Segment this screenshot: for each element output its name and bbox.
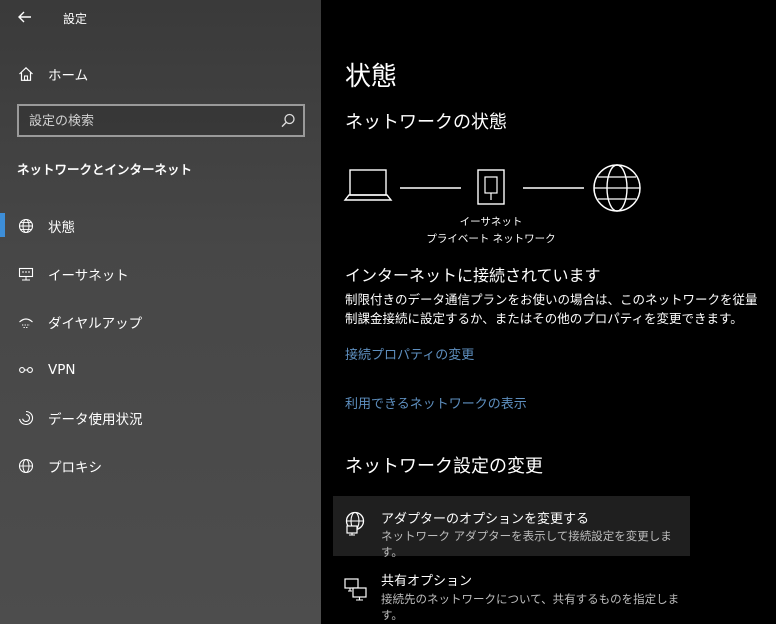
sidebar-item-label: VPN (48, 362, 76, 378)
sidebar-item-label: 状態 (48, 220, 75, 236)
sidebar-item-label: ダイヤルアップ (48, 316, 143, 332)
home-icon (16, 64, 36, 84)
search-input[interactable] (29, 111, 269, 131)
sidebar-item-ethernet[interactable]: イーサネット (0, 254, 321, 294)
network-status-heading: ネットワークの状態 (345, 112, 507, 133)
nav-home[interactable]: ホーム (0, 54, 321, 94)
main-content: 状態 ネットワークの状態 イーサネット プライベート ネットワーク インターネッ… (321, 0, 776, 624)
internet-globe-icon (593, 164, 641, 212)
sidebar-item-dialup[interactable]: ダイヤルアップ (0, 302, 321, 342)
connected-heading: インターネットに接続されています (345, 266, 601, 285)
proxy-globe-icon (16, 456, 36, 476)
option-description: 接続先のネットワークについて、共有するものを指定します。 (381, 592, 680, 622)
page-title: 状態 (345, 62, 398, 92)
app-title: 設定 (63, 12, 88, 26)
nav-home-label: ホーム (48, 68, 89, 84)
connected-description: 制限付きのデータ通信プランをお使いの場合は、このネットワークを従量制課金接続に設… (345, 292, 758, 326)
title-bar: 設定 (0, 0, 321, 34)
adapter-name-label: イーサネット (459, 216, 523, 228)
section-heading: ネットワークとインターネット (17, 162, 193, 177)
network-name-label: プライベート ネットワーク (426, 233, 556, 245)
option-description: ネットワーク アダプターを表示して接続設定を変更します。 (381, 529, 672, 559)
sidebar: 設定 ホーム ネットワークとインターネット 状態 イーサネット ダイヤルアップ (0, 0, 321, 624)
sidebar-item-label: プロキシ (48, 460, 102, 476)
ethernet-icon (16, 264, 36, 284)
back-arrow-icon (18, 11, 31, 23)
globe-icon (16, 216, 36, 236)
adapter-options-button[interactable]: アダプターのオプションを変更する ネットワーク アダプターを表示して接続設定を変… (333, 496, 690, 559)
sharing-icon (344, 578, 367, 601)
change-settings-heading: ネットワーク設定の変更 (345, 456, 543, 477)
adapter-icon (345, 511, 365, 536)
sidebar-item-proxy[interactable]: プロキシ (0, 446, 321, 486)
search-box[interactable] (17, 104, 305, 137)
data-usage-icon (16, 408, 36, 428)
change-properties-link[interactable]: 接続プロパティの変更 (345, 344, 474, 363)
back-button[interactable] (12, 6, 38, 28)
show-available-networks-link[interactable]: 利用できるネットワークの表示 (345, 393, 527, 412)
sidebar-item-vpn[interactable]: VPN (0, 350, 321, 390)
sidebar-item-label: データ使用状況 (48, 412, 143, 428)
sidebar-item-status[interactable]: 状態 (0, 206, 321, 246)
dialup-icon (16, 312, 36, 332)
laptop-icon (343, 169, 393, 201)
option-title: アダプターのオプションを変更する (381, 512, 590, 527)
sidebar-item-data-usage[interactable]: データ使用状況 (0, 398, 321, 438)
search-icon[interactable] (279, 112, 297, 130)
option-title: 共有オプション (381, 574, 473, 589)
sidebar-item-label: イーサネット (48, 268, 129, 284)
ethernet-adapter-icon (477, 169, 505, 205)
sharing-options-button[interactable]: 共有オプション 接続先のネットワークについて、共有するものを指定します。 (333, 562, 690, 622)
vpn-icon (16, 360, 36, 380)
